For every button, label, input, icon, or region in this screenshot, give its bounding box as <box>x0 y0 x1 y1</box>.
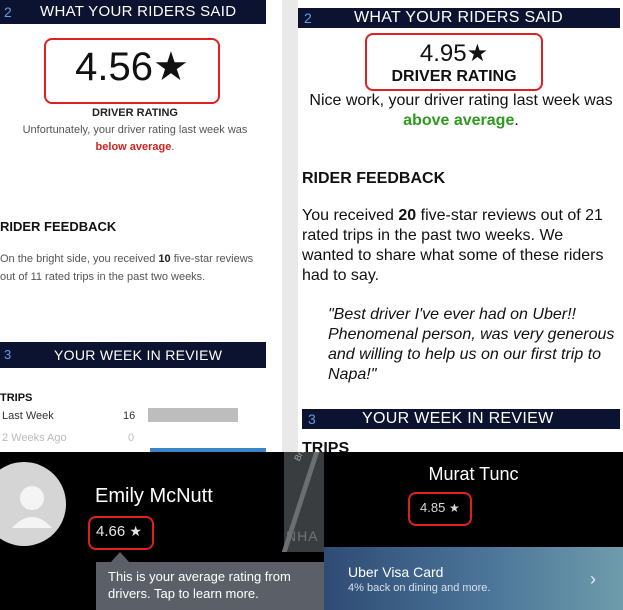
profile-name: Murat Tunc <box>428 464 519 484</box>
profile-rating[interactable]: 4.85 ★ <box>420 500 460 515</box>
panel-divider <box>282 0 298 452</box>
rating-note-block: Nice work, your driver rating last week … <box>302 91 620 131</box>
left-email-panel: 2 WHAT YOUR RIDERS SAID 4.56★ DRIVER RAT… <box>0 0 282 452</box>
section-title: YOUR WEEK IN REVIEW <box>362 410 554 427</box>
tooltip-pointer <box>111 552 129 562</box>
star-icon: ★ <box>129 523 142 539</box>
uber-visa-card-banner[interactable]: Uber Visa Card 4% back on dining and mor… <box>324 547 623 610</box>
map-preview[interactable]: Broadw NHA <box>281 452 324 552</box>
feedback-text-part1: On the bright side, you received <box>0 253 156 265</box>
chevron-right-icon: › <box>590 569 596 589</box>
card-title: Uber Visa Card <box>348 564 444 580</box>
feedback-text: On the bright side, you received 10 five… <box>0 250 262 286</box>
section-number: 3 <box>308 411 316 427</box>
app-profile-left: Broadw NHA Emily McNutt 4.66 ★ This is y… <box>0 452 324 610</box>
section-number: 2 <box>4 4 12 20</box>
section-number: 2 <box>304 10 312 26</box>
app-profile-right: Murat Tunc 4.85 ★ Uber Visa Card 4% back… <box>324 452 623 610</box>
trips-row-value: 16 <box>123 410 136 422</box>
section-header-riders-said: 2 WHAT YOUR RIDERS SAID <box>0 0 266 24</box>
right-email-panel: 2 WHAT YOUR RIDERS SAID 4.95★ DRIVER RAT… <box>298 0 623 452</box>
trips-heading: TRIPS <box>302 440 350 452</box>
rating-status-suffix: . <box>514 112 519 129</box>
rating-note: Nice work, your driver rating last week … <box>309 92 613 109</box>
map-area-label: NHA <box>286 528 319 544</box>
section-header-riders-said: 2 WHAT YOUR RIDERS SAID <box>298 8 620 28</box>
feedback-count: 10 <box>158 253 171 265</box>
section-header-week-review: 3 YOUR WEEK IN REVIEW <box>0 342 266 368</box>
rating-status-line: below average. <box>0 141 270 153</box>
section-header-week-review: 3 YOUR WEEK IN REVIEW <box>302 409 620 429</box>
profile-rating-value: 4.85 <box>420 500 446 515</box>
rating-status-suffix: . <box>171 141 175 153</box>
profile-name: Emily McNutt <box>95 485 213 507</box>
avatar[interactable] <box>0 462 66 546</box>
trips-bar <box>148 408 238 422</box>
feedback-heading: RIDER FEEDBACK <box>0 219 117 234</box>
feedback-heading: RIDER FEEDBACK <box>302 170 446 187</box>
section-title: YOUR WEEK IN REVIEW <box>54 347 223 363</box>
driver-rating-value: 4.95★ <box>419 40 489 67</box>
rating-note: Unfortunately, your driver rating last w… <box>22 124 248 136</box>
trips-row-label: 2 Weeks Ago <box>2 432 67 444</box>
trips-heading: TRIPS <box>0 392 33 404</box>
rating-status: above average <box>403 112 515 129</box>
rating-tooltip[interactable]: This is your average rating from drivers… <box>96 562 324 610</box>
feedback-text: You received 20 five-star reviews out of… <box>302 206 618 286</box>
profile-rating-value: 4.66 <box>96 523 126 540</box>
card-subtitle: 4% back on dining and more. <box>348 582 491 594</box>
rider-quote: "Best driver I've ever had on Uber!! Phe… <box>328 306 615 383</box>
profile-rating[interactable]: 4.66 ★ <box>96 523 142 540</box>
trips-row-value: 0 <box>128 432 135 444</box>
avatar-icon <box>12 486 52 528</box>
feedback-count: 20 <box>398 207 417 224</box>
star-icon: ★ <box>448 501 460 515</box>
driver-rating-value: 4.56★ <box>75 45 189 89</box>
rating-status: below average <box>95 141 172 153</box>
section-number: 3 <box>4 347 12 362</box>
trips-row-label: Last Week <box>2 410 54 422</box>
section-title: WHAT YOUR RIDERS SAID <box>354 9 563 26</box>
section-title: WHAT YOUR RIDERS SAID <box>40 3 237 20</box>
feedback-text-part1: You received <box>302 207 394 224</box>
driver-rating-label: DRIVER RATING <box>92 107 178 119</box>
driver-rating-label: DRIVER RATING <box>391 68 517 85</box>
